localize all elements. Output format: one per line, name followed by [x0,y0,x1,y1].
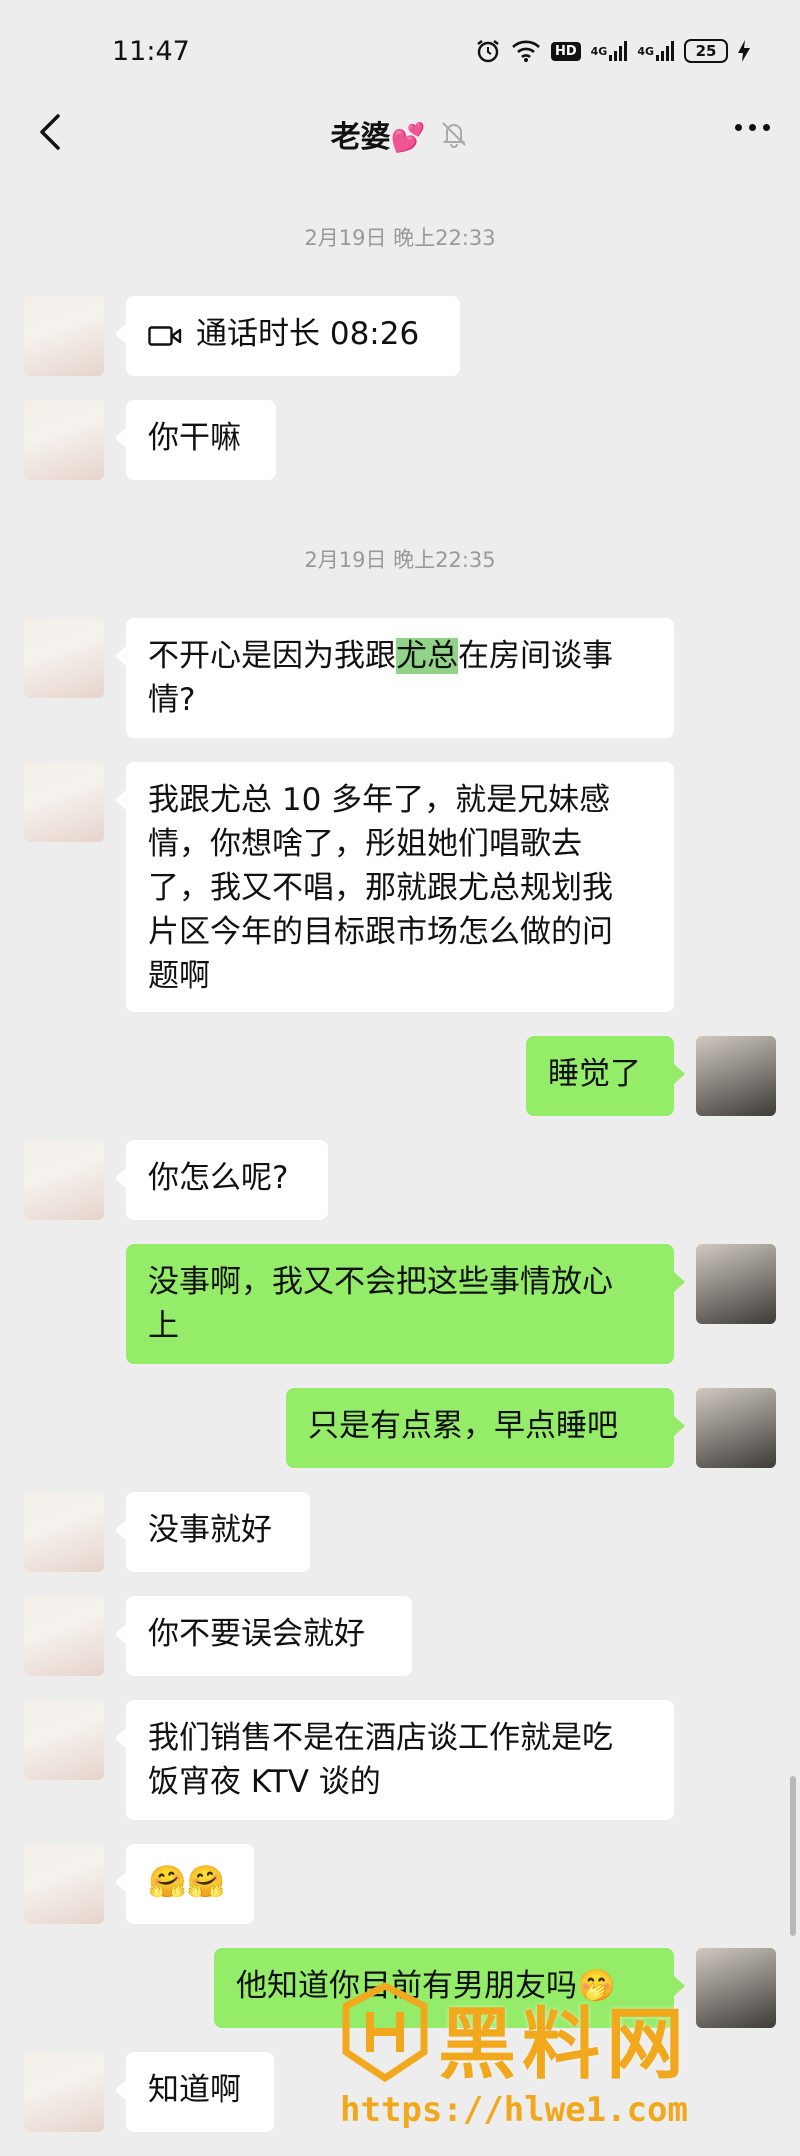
heart-emoji: 💕 [390,121,426,154]
message-bubble[interactable]: 不开心是因为我跟尤总在房间谈事 情? [115,618,674,738]
contact-avatar[interactable] [24,1492,104,1572]
timestamp: 2月19日 晚上22:35 [304,548,496,572]
message-text: 你怎么呢? [148,1160,289,1196]
chat-header: 老婆💕 [0,88,800,180]
my-message-bubble[interactable]: 睡觉了 [526,1036,685,1116]
contact-avatar[interactable] [24,400,104,480]
watermark-brand: 黑料网 [438,2000,691,2090]
hd-icon: HD [550,41,581,61]
contact-avatar[interactable] [24,2052,104,2132]
contact-avatar[interactable] [24,618,104,698]
message-text: 睡觉了 [548,1056,641,1092]
message-text: 知道啊 [148,2072,241,2108]
watermark-logo-icon [342,1982,428,2082]
contact-avatar[interactable] [24,1844,104,1924]
watermark-url: https://hlwe1.com [340,2090,688,2130]
message-text: 🤗🤗 [148,1864,226,1900]
my-message-bubble[interactable]: 没事啊，我又不会把这些事情放心上 [126,1244,685,1364]
emoji-message-bubble[interactable]: 🤗🤗 [115,1844,254,1924]
contact-avatar[interactable] [24,1700,104,1780]
call-duration-text: 通话时长 08:26 [196,316,420,352]
wifi-icon [511,39,541,63]
status-icons: HD 4G 4G 25 [475,34,750,68]
message-text: 只是有点累，早点睡吧 [308,1408,618,1444]
my-avatar[interactable] [696,1244,776,1324]
message-text: 你干嘛 [148,420,241,456]
timestamp: 2月19日 晚上22:33 [304,226,496,250]
chat-title: 老婆💕 [330,120,426,155]
message-bubble[interactable]: 你不要误会就好 [115,1596,412,1676]
watermark: 黑料网 https://hlwe1.com [340,1982,780,2142]
contact-avatar[interactable] [24,296,104,376]
signal-icon-2: 4G [637,41,674,61]
contact-avatar[interactable] [24,762,104,842]
battery-icon: 25 [684,39,728,63]
scrollbar[interactable] [790,1776,796,1936]
message-bubble[interactable]: 我跟尤总 10 多年了，就是兄妹感 情，你想啥了，彤姐她们唱歌去 了，我又不唱，那就… [115,762,674,1012]
message-text: 没事啊，我又不会把这些事情放心上 [148,1264,613,1344]
message-bubble[interactable]: 知道啊 [115,2052,274,2132]
highlighted-text: 尤总 [396,638,458,674]
status-bar: 11:47 HD 4G 4G 25 [0,0,800,88]
message-text: 没事就好 [148,1512,272,1548]
video-camera-icon [148,325,182,346]
call-message-bubble[interactable]: 通话时长 08:26 [115,296,460,376]
message-text: 我们销售不是在酒店谈工作就是吃 饭宵夜 KTV 谈的 [148,1720,613,1800]
message-bubble[interactable]: 你干嘛 [115,400,276,480]
status-time: 11:47 [112,36,190,67]
more-options-button[interactable] [735,124,770,131]
signal-icon-1: 4G [591,41,628,61]
message-text: 我跟尤总 10 多年了，就是兄妹感 情，你想啥了，彤姐她们唱歌去 了，我又不唱，那就… [148,782,613,994]
alarm-icon [475,38,501,64]
message-text: 不开心是因为我跟尤总在房间谈事 情? [148,638,613,718]
my-avatar[interactable] [696,1036,776,1116]
mute-bell-icon [442,122,467,148]
charging-icon [738,40,750,62]
chat-title-group: 老婆💕 [0,112,800,156]
my-message-bubble[interactable]: 只是有点累，早点睡吧 [286,1388,685,1468]
contact-avatar[interactable] [24,1596,104,1676]
my-avatar[interactable] [696,1388,776,1468]
message-text: 你不要误会就好 [148,1616,365,1652]
message-bubble[interactable]: 我们销售不是在酒店谈工作就是吃 饭宵夜 KTV 谈的 [115,1700,674,1820]
contact-avatar[interactable] [24,1140,104,1220]
message-bubble[interactable]: 没事就好 [115,1492,310,1572]
message-bubble[interactable]: 你怎么呢? [115,1140,328,1220]
